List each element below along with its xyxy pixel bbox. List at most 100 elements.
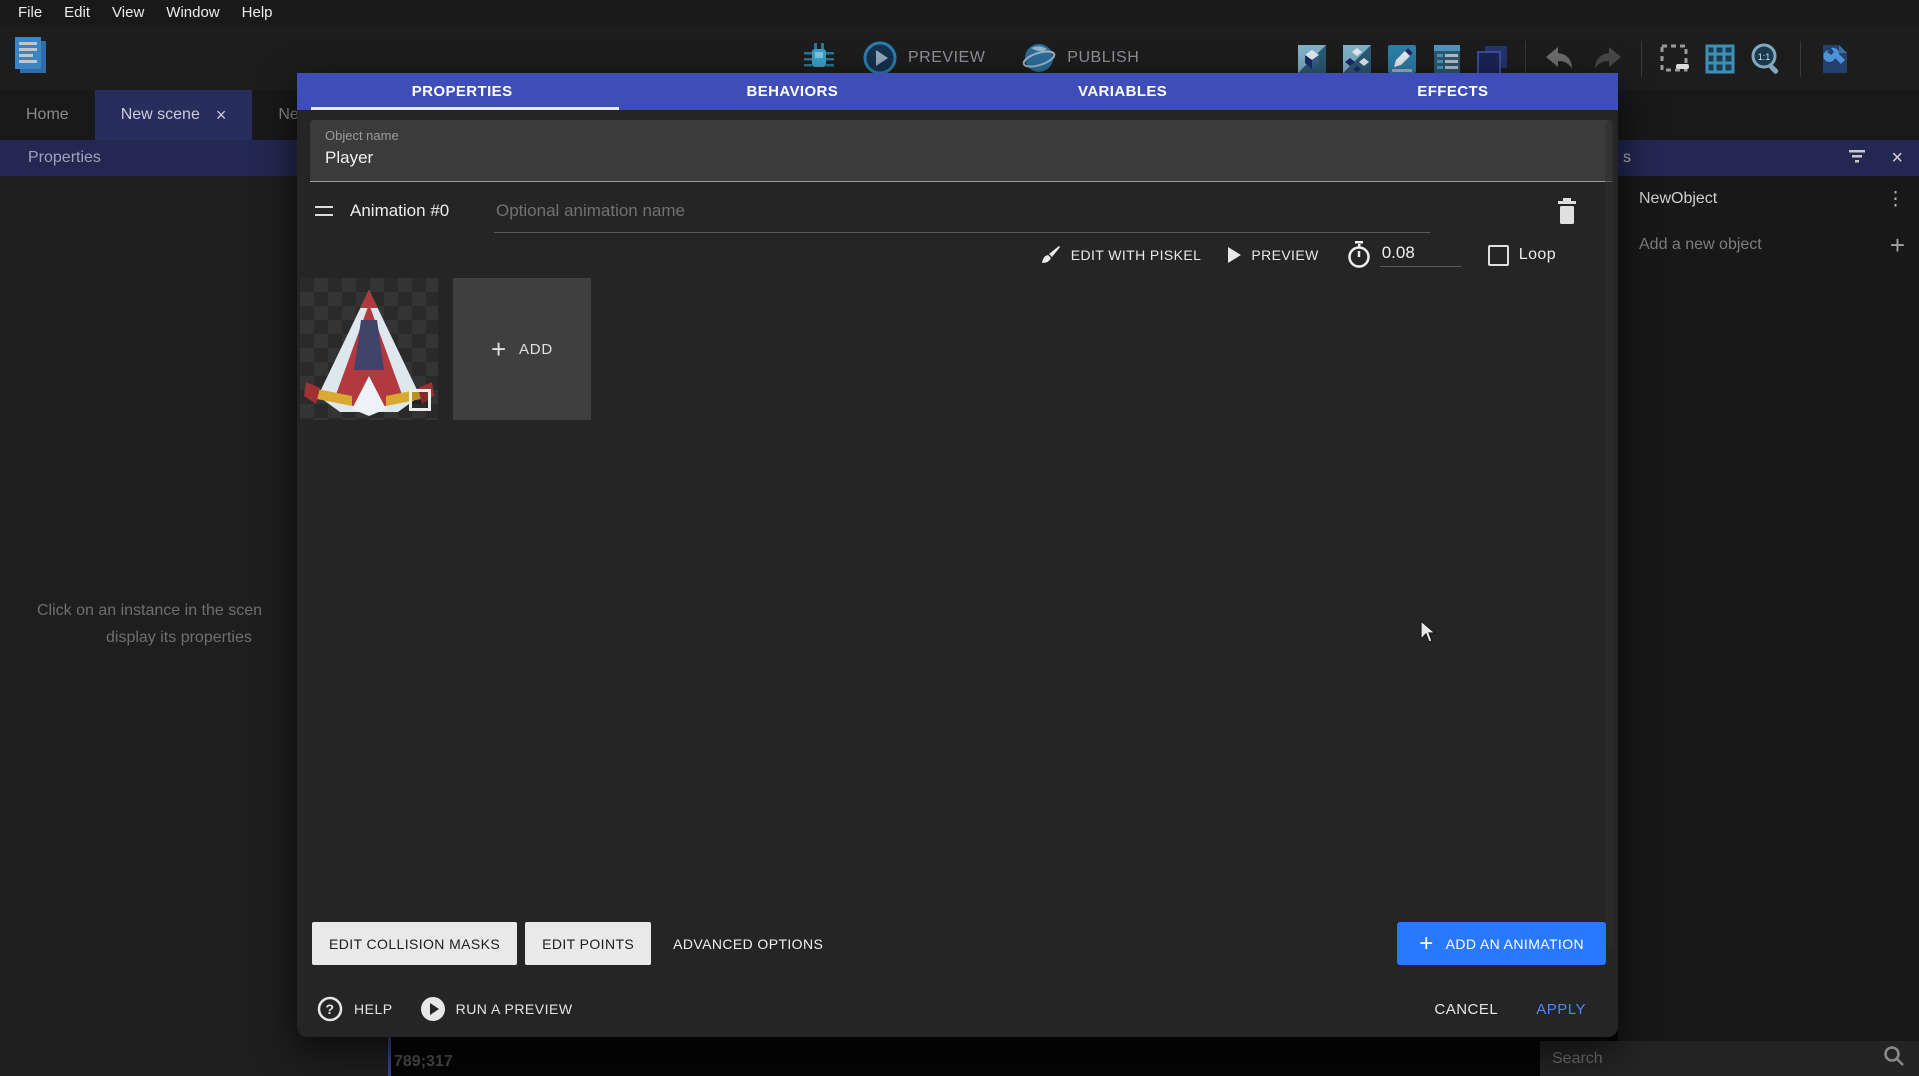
animation-preview-label: PREVIEW <box>1251 247 1318 263</box>
grid-icon[interactable] <box>1703 42 1737 76</box>
edit-with-piskel-label: EDIT WITH PISKEL <box>1071 247 1202 263</box>
trash-icon <box>1555 198 1579 226</box>
stopwatch-icon <box>1346 241 1372 269</box>
help-label: HELP <box>354 1001 393 1017</box>
menu-file[interactable]: File <box>7 2 53 23</box>
svg-text:?: ? <box>325 1001 334 1017</box>
animation-name-input[interactable]: Optional animation name <box>496 201 685 221</box>
layers-icon[interactable] <box>1475 42 1509 76</box>
object-name-field[interactable]: Object name Player <box>310 120 1612 182</box>
publish-button[interactable]: PUBLISH <box>1067 49 1139 67</box>
more-options-icon[interactable]: ⋮ <box>1886 188 1905 211</box>
dialog-tab-behaviors[interactable]: BEHAVIORS <box>627 73 957 110</box>
zoom-1-1-icon[interactable]: 1:1 <box>1748 41 1784 77</box>
tab-new-scene[interactable]: New scene × <box>95 90 253 140</box>
edit-scene-icon[interactable] <box>1385 42 1419 76</box>
edit-points-button[interactable]: EDIT POINTS <box>525 922 651 965</box>
cancel-button[interactable]: CANCEL <box>1434 1001 1498 1018</box>
properties-list-icon[interactable] <box>1430 42 1464 76</box>
add-new-object-label: Add a new object <box>1639 236 1890 254</box>
frame-select-checkbox[interactable] <box>409 389 431 411</box>
dialog-tab-variables[interactable]: VARIABLES <box>958 73 1288 110</box>
menu-window[interactable]: Window <box>155 2 230 23</box>
loop-label: Loop <box>1519 246 1556 264</box>
add-icon: + <box>491 336 507 362</box>
add-frame-button[interactable]: + ADD <box>453 278 591 420</box>
setup-grid-wrench-icon[interactable] <box>1817 42 1851 76</box>
add-an-animation-button[interactable]: + ADD AN ANIMATION <box>1397 922 1606 965</box>
menu-help[interactable]: Help <box>231 2 284 23</box>
animation-name-underline <box>494 232 1430 233</box>
tab-close-icon[interactable]: × <box>216 106 227 124</box>
search-input[interactable]: Search <box>1552 1050 1883 1068</box>
time-between-frames-value[interactable]: 0.08 <box>1380 243 1461 267</box>
add-object-icon[interactable] <box>1295 42 1329 76</box>
cursor-coordinates: 789;317 <box>394 1053 453 1071</box>
properties-panel-title: Properties <box>28 149 101 167</box>
run-a-preview-label: RUN A PREVIEW <box>456 1001 573 1017</box>
search-icon <box>1883 1045 1905 1072</box>
dialog-footer-right: CANCEL APPLY <box>1434 985 1586 1033</box>
apply-button[interactable]: APPLY <box>1536 1001 1586 1018</box>
svg-text:1:1: 1:1 <box>1758 52 1771 62</box>
object-list-item[interactable]: NewObject ⋮ <box>1618 176 1919 222</box>
add-icon: + <box>1890 230 1905 261</box>
edit-with-piskel-button[interactable]: EDIT WITH PISKEL <box>1039 244 1202 266</box>
objects-search-bar[interactable]: Search <box>1540 1041 1919 1076</box>
preview-button[interactable]: PREVIEW <box>908 49 985 67</box>
help-icon: ? <box>317 996 343 1022</box>
drag-handle-icon[interactable] <box>315 206 333 216</box>
menu-view[interactable]: View <box>101 2 155 23</box>
dialog-scrollbar[interactable] <box>1605 120 1615 950</box>
object-name-field-label: Object name <box>325 128 1612 143</box>
objects-group-icon[interactable] <box>1340 42 1374 76</box>
delete-animation-button[interactable] <box>1552 196 1582 228</box>
loop-checkbox[interactable] <box>1488 245 1509 266</box>
project-manager-icon[interactable] <box>10 35 50 77</box>
objects-panel: s × NewObject ⋮ Add a new object + <box>1618 140 1919 1076</box>
toolbar-separator <box>1525 41 1526 77</box>
tab-home[interactable]: Home <box>0 90 95 140</box>
add-an-animation-label: ADD AN ANIMATION <box>1446 936 1584 952</box>
animation-preview-button[interactable]: PREVIEW <box>1228 247 1318 263</box>
menu-bar: File Edit View Window Help <box>0 0 1919 25</box>
dialog-tab-properties[interactable]: PROPERTIES <box>297 73 627 110</box>
object-name-field-value[interactable]: Player <box>325 148 1612 168</box>
undo-icon[interactable] <box>1542 43 1578 75</box>
loop-toggle[interactable]: Loop <box>1488 245 1556 266</box>
dialog-actions-row: EDIT COLLISION MASKS EDIT POINTS ADVANCE… <box>312 922 837 965</box>
filter-icon[interactable] <box>1847 148 1867 169</box>
object-name-label: NewObject <box>1639 190 1886 208</box>
redo-icon[interactable] <box>1589 43 1625 75</box>
dialog-tab-bar: PROPERTIES BEHAVIORS VARIABLES EFFECTS <box>297 73 1618 110</box>
help-button[interactable]: ? HELP <box>317 996 393 1022</box>
publish-planet-icon[interactable] <box>1021 40 1057 76</box>
toolbar-separator <box>1641 41 1642 77</box>
toolbar-separator <box>1800 41 1801 77</box>
dialog-tab-effects[interactable]: EFFECTS <box>1288 73 1618 110</box>
objects-panel-title: s <box>1623 149 1631 167</box>
animation-tools-row: EDIT WITH PISKEL PREVIEW 0.08 Loop <box>1039 235 1556 275</box>
clear-selection-icon[interactable] <box>1658 42 1692 76</box>
object-editor-dialog: PROPERTIES BEHAVIORS VARIABLES EFFECTS O… <box>297 73 1618 1037</box>
run-a-preview-button[interactable]: RUN A PREVIEW <box>421 997 573 1021</box>
add-frame-label: ADD <box>519 341 553 358</box>
close-panel-icon[interactable]: × <box>1891 147 1903 170</box>
time-between-frames-field[interactable]: 0.08 <box>1346 241 1461 269</box>
preview-play-icon[interactable] <box>862 40 898 76</box>
sprite-frame-thumbnail[interactable] <box>300 278 438 420</box>
play-icon <box>1228 247 1241 263</box>
properties-empty-text-line1: Click on an instance in the scen <box>37 602 262 620</box>
advanced-options-button[interactable]: ADVANCED OPTIONS <box>659 936 837 952</box>
brush-icon <box>1039 244 1061 266</box>
edit-collision-masks-button[interactable]: EDIT COLLISION MASKS <box>312 922 517 965</box>
menu-edit[interactable]: Edit <box>53 2 101 23</box>
dialog-footer-left: ? HELP RUN A PREVIEW <box>317 985 573 1033</box>
play-circle-icon <box>421 997 445 1021</box>
animation-header-row: Animation #0 Optional animation name <box>315 190 1599 235</box>
add-new-object-row[interactable]: Add a new object + <box>1618 222 1919 268</box>
mouse-cursor <box>1418 620 1438 649</box>
properties-empty-text-line2: display its properties <box>106 629 252 647</box>
debugger-icon[interactable] <box>800 39 838 77</box>
add-icon: + <box>1419 932 1433 956</box>
